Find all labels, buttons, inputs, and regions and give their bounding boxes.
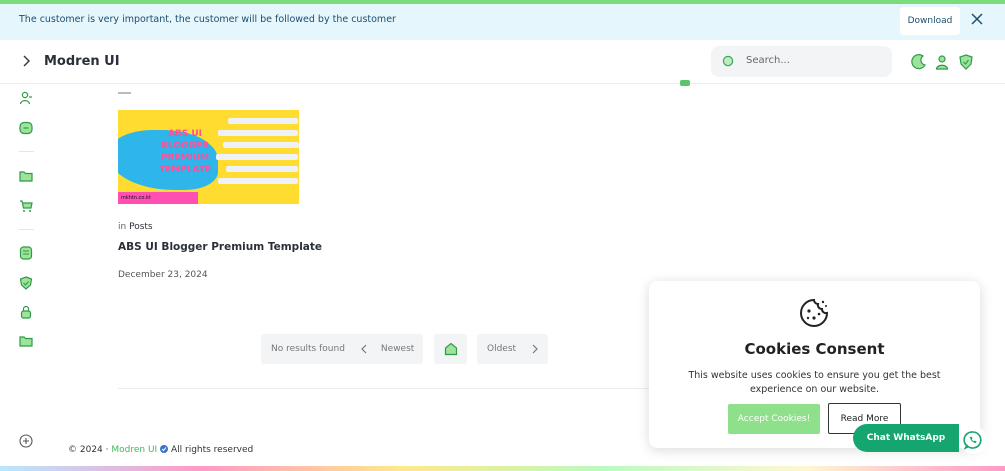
- footer: © 2024 · Modren UI All rights reserved: [68, 445, 253, 455]
- pagination-newest[interactable]: No results found Newest: [261, 334, 423, 364]
- cart-icon[interactable]: [19, 199, 33, 213]
- rights-text: All rights reserved: [170, 445, 254, 455]
- cookie-description: This website uses cookies to ensure you …: [688, 370, 941, 395]
- users-icon[interactable]: [19, 91, 33, 105]
- newest-label: Newest: [380, 344, 415, 354]
- pagination-oldest[interactable]: Oldest: [477, 334, 548, 364]
- cookie-icon: [800, 298, 829, 327]
- no-results-label: No results found: [271, 344, 345, 354]
- post-title[interactable]: ABS UI Blogger Premium Template: [118, 241, 322, 253]
- download-button[interactable]: Download: [900, 7, 960, 35]
- message-icon[interactable]: [19, 121, 33, 135]
- moon-icon[interactable]: [911, 54, 927, 70]
- thumbnail-card: [228, 118, 298, 124]
- thumbnail-card: [218, 178, 298, 184]
- footer-brand-link[interactable]: Modren UI: [111, 445, 157, 455]
- thumbnail-card: [218, 130, 298, 136]
- category-prefix: in: [118, 222, 127, 232]
- shield-icon[interactable]: [19, 276, 33, 290]
- thumbnail-title: ABS UI BLOGGER PREMIUM TEMPLATE: [158, 129, 212, 175]
- whatsapp-glyph-icon: [963, 431, 982, 450]
- post-category: in Posts: [118, 222, 153, 232]
- chevron-right-icon[interactable]: [19, 54, 33, 68]
- lock-icon[interactable]: [19, 305, 33, 319]
- post-thumbnail[interactable]: ABS UI BLOGGER PREMIUM TEMPLATE mkhtn.co…: [118, 110, 299, 204]
- content-divider: [118, 388, 658, 389]
- brand-title[interactable]: Modren UI: [44, 54, 120, 69]
- pagination-home[interactable]: [434, 334, 467, 364]
- accept-cookies-button[interactable]: Accept Cookies!: [728, 404, 820, 434]
- chevron-right-icon: [532, 344, 538, 354]
- category-link[interactable]: Posts: [129, 222, 153, 232]
- cookie-consent-dialog: Cookies Consent This website uses cookie…: [649, 281, 980, 448]
- notice-bar: The customer is very important, the cust…: [0, 4, 1005, 40]
- sidebar-divider: [19, 229, 34, 230]
- search-icon: [722, 55, 734, 67]
- search-input[interactable]: Search...: [746, 55, 790, 66]
- thumbnail-card: [226, 166, 298, 172]
- folder-icon[interactable]: [19, 169, 33, 183]
- bottom-gradient-strip: [0, 466, 1005, 471]
- header: Modren UI Search...: [0, 40, 1005, 84]
- copyright-text: © 2024 ·: [68, 445, 109, 455]
- section-dash: [118, 92, 131, 94]
- thumbnail-footer: mkhtn.co.kt: [121, 195, 151, 201]
- thumbnail-card: [223, 142, 299, 148]
- chevron-left-icon: [361, 344, 367, 354]
- shield-icon[interactable]: [958, 54, 974, 70]
- oldest-label: Oldest: [487, 344, 517, 354]
- home-icon: [444, 342, 457, 356]
- file-icon[interactable]: [19, 246, 33, 260]
- user-icon[interactable]: [934, 54, 950, 70]
- post-date: December 23, 2024: [118, 270, 208, 280]
- cookie-title: Cookies Consent: [744, 340, 885, 358]
- notice-text: The customer is very important, the cust…: [19, 14, 396, 25]
- green-marker: [680, 80, 690, 86]
- thumbnail-card: [216, 154, 298, 160]
- chat-whatsapp-button[interactable]: Chat WhatsApp: [853, 424, 959, 452]
- plus-circle-icon[interactable]: [19, 434, 33, 448]
- verified-badge-icon: [160, 445, 169, 453]
- whatsapp-icon[interactable]: [959, 426, 987, 454]
- search-box[interactable]: Search...: [711, 46, 892, 77]
- close-icon[interactable]: [970, 12, 984, 26]
- sidebar-divider: [19, 151, 34, 152]
- folder-icon[interactable]: [19, 334, 33, 348]
